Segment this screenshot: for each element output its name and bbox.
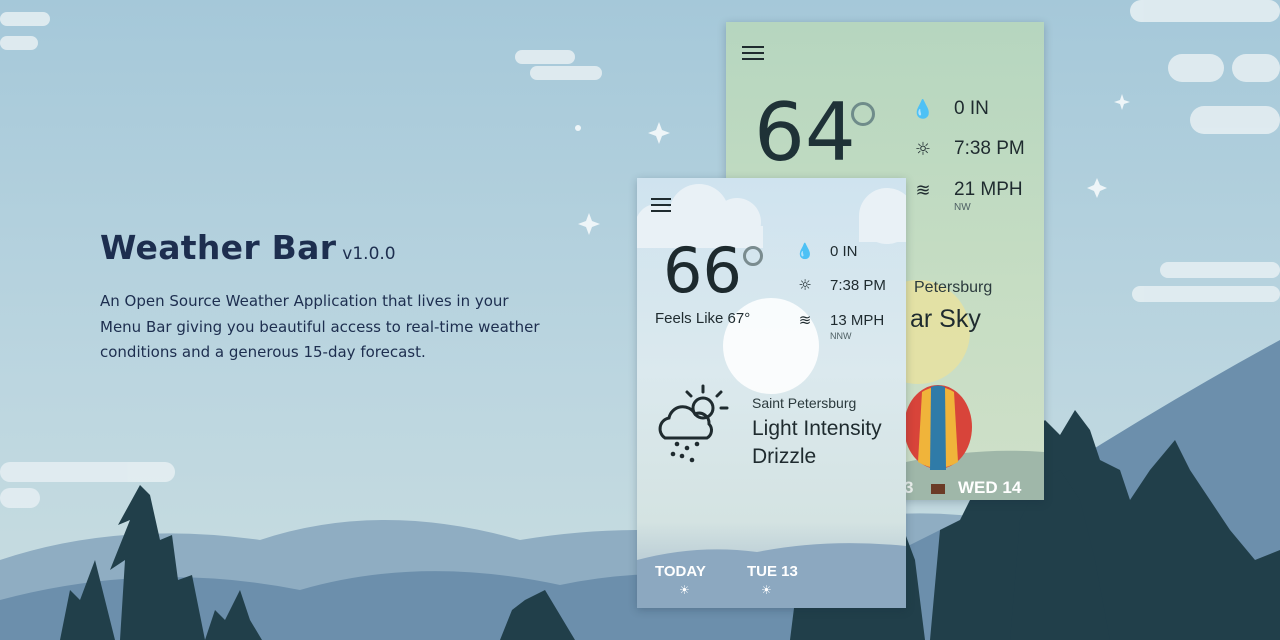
app-description: An Open Source Weather Application that … [100, 292, 540, 361]
front-feels-like: Feels Like 67° [655, 310, 751, 327]
app-version: v1.0.0 [342, 244, 396, 264]
front-day-tue[interactable]: TUE 13 [747, 563, 798, 580]
weather-card-front: 66 Feels Like 67° 💧 0 IN ☼ 7:38 PM ≋ 13 … [637, 178, 906, 608]
raindrop-icon: 💧 [795, 242, 815, 260]
front-wind-row: ≋ 13 MPH [792, 311, 884, 329]
back-precip-value: 0 IN [954, 98, 989, 119]
front-menu-icon[interactable] [651, 198, 671, 216]
front-precip-row: 💧 0 IN [792, 242, 858, 260]
today-sun-icon: ☀ [679, 583, 690, 597]
front-condition-line2: Drizzle [752, 445, 817, 468]
cloud-sun-rain-icon [658, 384, 729, 463]
back-menu-icon[interactable] [742, 46, 764, 64]
wind-icon: ≋ [798, 311, 812, 329]
front-temperature: 66 [663, 234, 742, 307]
back-day-wed[interactable]: WED 14 [958, 478, 1021, 498]
back-degree-symbol [851, 102, 875, 126]
front-condition-line1: Light Intensity [752, 417, 882, 440]
back-sunset-row: ☼ 7:38 PM [910, 138, 1025, 160]
back-sunset-value: 7:38 PM [954, 138, 1025, 159]
raindrop-icon: 💧 [911, 98, 935, 120]
front-location: Saint Petersburg [752, 395, 857, 411]
back-wind-direction: NW [954, 202, 971, 213]
back-temperature: 64 [754, 86, 856, 179]
intro-section: Weather Bar v1.0.0 An Open Source Weather… [100, 228, 540, 366]
sunset-icon: ☼ [798, 276, 812, 294]
back-condition: ar Sky [910, 305, 981, 333]
back-wind-value: 21 MPH [954, 179, 1023, 200]
wind-icon: ≋ [915, 179, 931, 201]
front-sunset-value: 7:38 PM [830, 276, 886, 294]
front-wind-direction: NNW [830, 331, 852, 341]
front-degree-symbol [743, 246, 763, 266]
app-title-line: Weather Bar v1.0.0 [100, 228, 540, 267]
front-sunset-row: ☼ 7:38 PM [792, 276, 886, 294]
tue-sun-icon: ☀ [761, 583, 772, 597]
front-day-today[interactable]: TODAY [655, 563, 706, 580]
front-wind-value: 13 MPH [830, 311, 885, 329]
back-location: Petersburg [914, 279, 993, 296]
front-precip-value: 0 IN [830, 242, 858, 260]
back-wind-row: ≋ 21 MPH [910, 179, 1023, 201]
back-precip-row: 💧 0 IN [910, 98, 989, 120]
sunset-icon: ☼ [914, 138, 932, 160]
app-title: Weather Bar [100, 228, 337, 267]
